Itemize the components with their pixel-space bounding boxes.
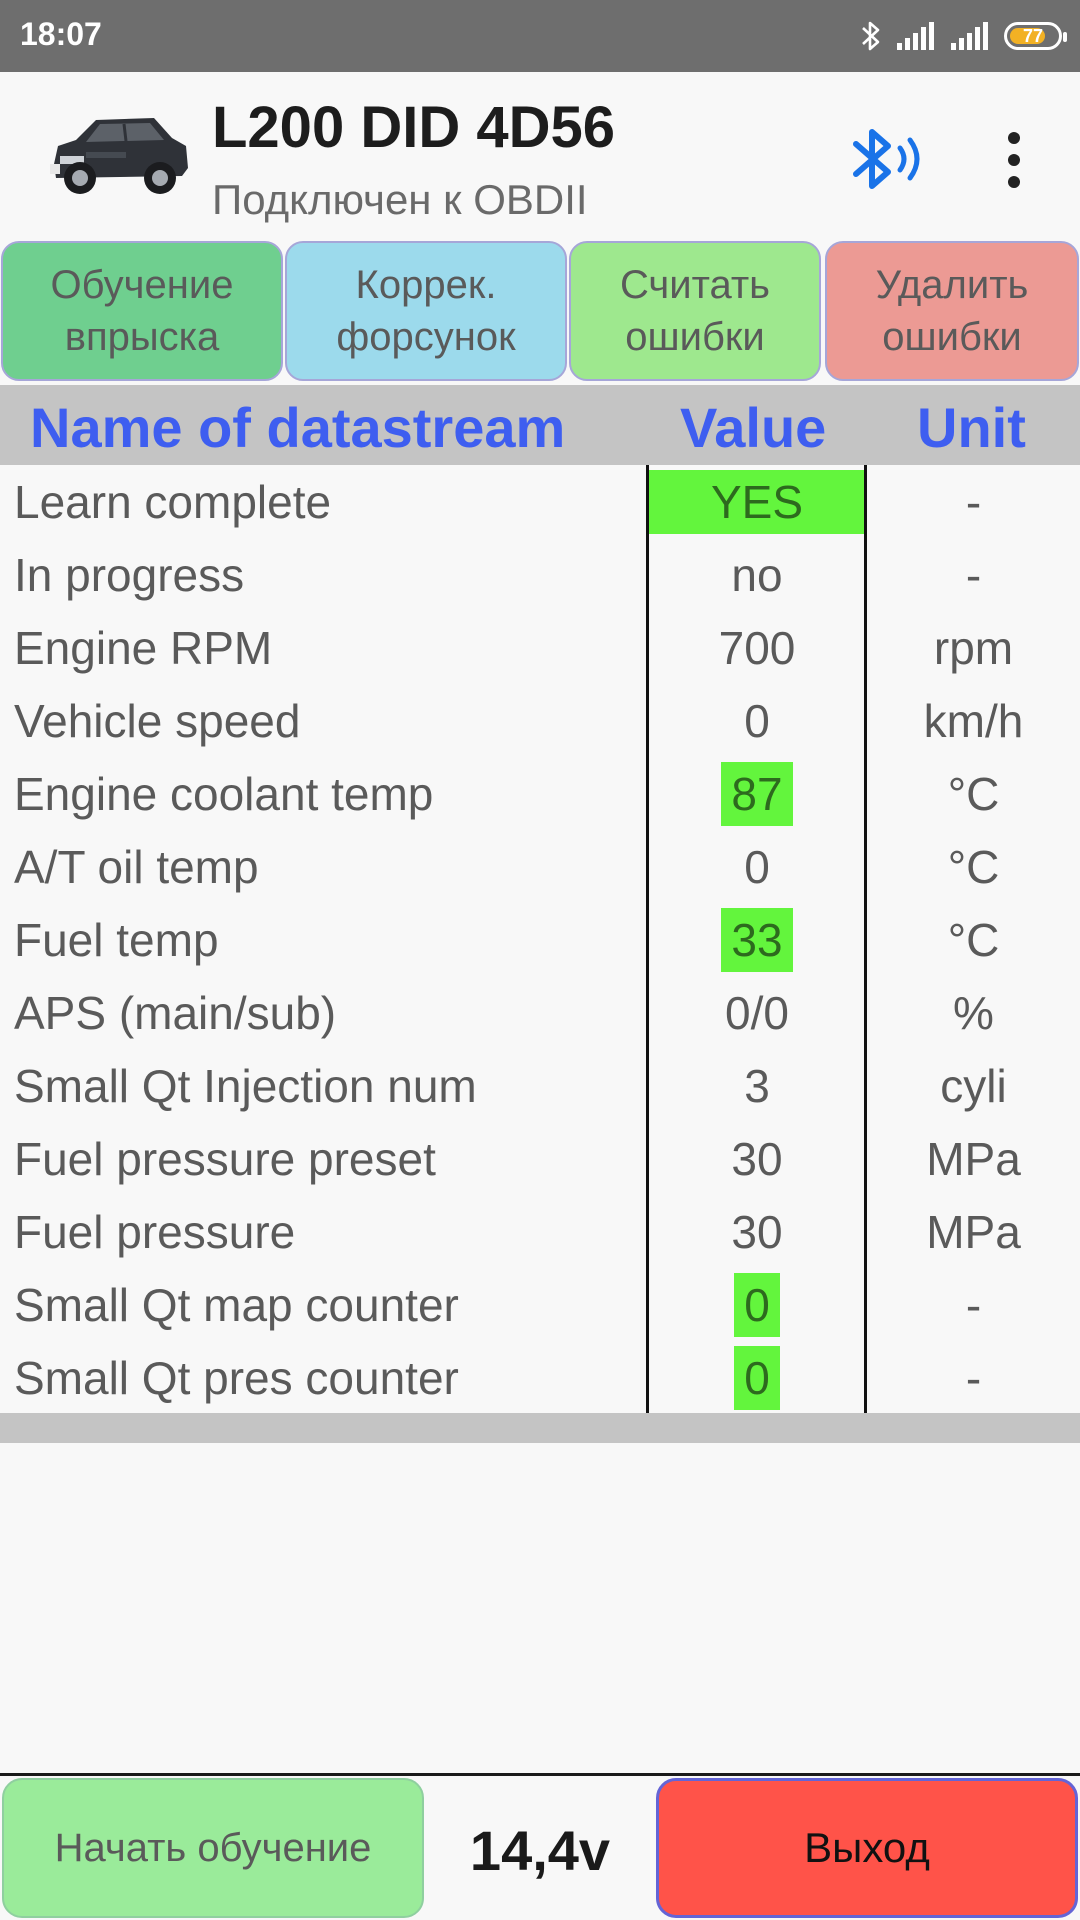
table-header: Name of datastream Value Unit (0, 385, 1080, 465)
table-row: Engine RPM 700 rpm (0, 611, 1080, 684)
table-row: Fuel temp 33 °C (0, 903, 1080, 976)
table-row: Small Qt pres counter 0 - (0, 1341, 1080, 1414)
table-footer (0, 1413, 1080, 1443)
datastream-name: A/T oil temp (14, 841, 259, 893)
datastream-name: Engine RPM (14, 622, 273, 674)
table-row: Small Qt Injection num 3 cyli (0, 1049, 1080, 1122)
datastream-unit: - (965, 549, 982, 601)
vehicle-title: L200 DID 4D56 (212, 95, 615, 160)
datastream-value: 700 (718, 621, 796, 674)
datastream-value-cell: 0 (649, 830, 865, 903)
column-divider (864, 465, 867, 1413)
injector-correction-button[interactable]: Коррек. форсунок (285, 241, 567, 381)
datastream-unit: rpm (933, 622, 1014, 674)
datastream-name: Engine coolant temp (14, 768, 434, 820)
battery-voltage: 14,4v (469, 1819, 611, 1882)
datastream-value-cell: 30 (649, 1195, 865, 1268)
datastream-name: Vehicle speed (14, 695, 301, 747)
datastream-name: Fuel pressure preset (14, 1133, 436, 1185)
table-row: Small Qt map counter 0 - (0, 1268, 1080, 1341)
datastream-value-cell: 33 (649, 903, 865, 976)
datastream-unit: - (965, 476, 982, 528)
datastream-value-cell: 30 (649, 1122, 865, 1195)
datastream-value: no (731, 548, 783, 601)
bluetooth-connect-icon[interactable] (850, 122, 930, 196)
datastream-value-cell: 3 (649, 1049, 865, 1122)
read-errors-button[interactable]: Считать ошибки (569, 241, 821, 381)
table-row: Learn complete YES - (0, 465, 1080, 538)
status-icons: 77 (860, 18, 1067, 54)
datastream-value: 0 (744, 840, 770, 893)
datastream-value-cell: 87 (649, 757, 865, 830)
datastream-name: Fuel pressure (14, 1206, 296, 1258)
datastream-value-cell: 0 (649, 1268, 865, 1341)
table-row: In progress no - (0, 538, 1080, 611)
battery-icon: 77 (1004, 22, 1067, 50)
datastream-unit: MPa (926, 1133, 1021, 1185)
datastream-value: 3 (744, 1059, 770, 1112)
datastream-name: Small Qt pres counter (14, 1352, 459, 1404)
table-row: APS (main/sub) 0/0% (0, 976, 1080, 1049)
datastream-name: Small Qt map counter (14, 1279, 459, 1331)
datastream-unit: °C (947, 914, 1000, 966)
datastream-value-cell: 700 (649, 611, 865, 684)
datastream-unit: % (953, 987, 994, 1039)
datastream-name: Learn complete (14, 476, 332, 528)
action-buttons: Обучение впрыска Коррек. форсунок Считат… (0, 240, 1080, 384)
signal-icon (897, 22, 934, 50)
battery-level: 77 (1022, 25, 1044, 46)
datastream-value-cell: no (649, 538, 865, 611)
exit-button[interactable]: Выход (656, 1778, 1078, 1918)
column-header-unit: Unit (917, 396, 1026, 459)
datastream-value: 87 (721, 761, 793, 826)
datastream-value-cell: YES (649, 465, 865, 538)
datastream-value: 0 (734, 1345, 780, 1410)
datastream-name: APS (main/sub) (14, 987, 337, 1039)
datastream-value: 0/0 (725, 986, 789, 1039)
table-row: Fuel pressure 30 MPa (0, 1195, 1080, 1268)
bottom-divider (0, 1773, 1080, 1776)
datastream-unit: cyli (940, 1060, 1007, 1112)
datastream-value: YES (649, 469, 865, 534)
datastream-unit: - (965, 1352, 982, 1404)
table-row: Fuel pressure preset 30 MPa (0, 1122, 1080, 1195)
app-header: L200 DID 4D56 Подключен к OBDII (0, 72, 1080, 240)
clear-errors-button[interactable]: Удалить ошибки (825, 241, 1079, 381)
table-row: Vehicle speed 0 km/h (0, 684, 1080, 757)
datastream-value: 0 (734, 1272, 780, 1337)
table-row: Engine coolant temp 87 °C (0, 757, 1080, 830)
datastream-value: 33 (721, 907, 793, 972)
signal-icon (951, 22, 988, 50)
bluetooth-icon (862, 21, 880, 51)
datastream-unit: km/h (923, 695, 1024, 747)
datastream-value-cell: 0/0 (649, 976, 865, 1049)
connection-status: Подключен к OBDII (212, 176, 588, 223)
datastream-unit: °C (947, 768, 1000, 820)
more-menu-icon[interactable] (990, 128, 1038, 192)
column-header-name: Name of datastream (30, 396, 566, 459)
datastream-value: 30 (731, 1132, 783, 1185)
datastream-value-cell: 0 (649, 1341, 865, 1414)
datastream-unit: MPa (926, 1206, 1021, 1258)
datastream-unit: °C (947, 841, 1000, 893)
injection-learning-button[interactable]: Обучение впрыска (1, 241, 283, 381)
datastream-value: 30 (731, 1205, 783, 1258)
datastream-name: Fuel temp (14, 914, 219, 966)
status-time: 18:07 (20, 16, 102, 52)
column-header-value: Value (680, 396, 827, 459)
datastream-table: Learn complete YES - In progress no - Engine R… (0, 465, 1080, 1414)
column-divider (646, 465, 649, 1413)
datastream-value-cell: 0 (649, 684, 865, 757)
car-image (50, 118, 188, 194)
table-row: A/T oil temp 0 °C (0, 830, 1080, 903)
datastream-name: Small Qt Injection num (14, 1060, 477, 1112)
datastream-unit: - (965, 1279, 982, 1331)
datastream-name: In progress (14, 549, 245, 601)
start-learning-button[interactable]: Начать обучение (2, 1778, 424, 1918)
datastream-value: 0 (744, 694, 770, 747)
status-bar: 18:07 77 (0, 0, 1080, 72)
